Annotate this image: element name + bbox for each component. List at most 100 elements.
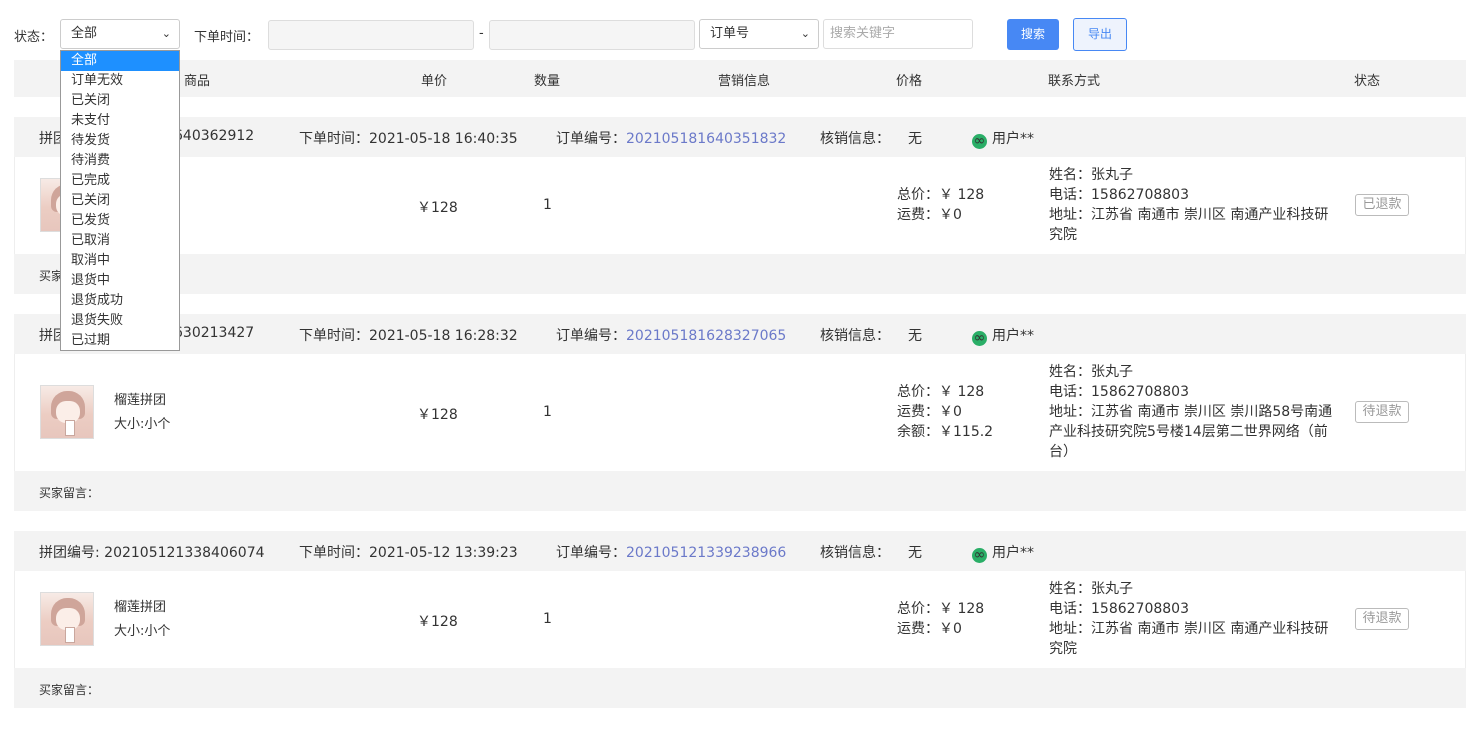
- buyer-message: 买家留言：: [14, 254, 1466, 294]
- verify-label: 核销信息：: [820, 131, 890, 147]
- order-no-link[interactable]: 202105181640351832: [626, 131, 786, 147]
- col-price: 价格: [896, 74, 923, 89]
- address-line: 台）: [1049, 444, 1077, 460]
- dropdown-option[interactable]: 退货成功: [61, 291, 179, 311]
- group-no-value: 640362912: [174, 128, 255, 144]
- unit-price: ￥128: [417, 407, 458, 423]
- quantity: 1: [543, 197, 552, 213]
- order-body: 榴莲拼团 大小:小个 ￥128 1 总价：￥ 128 运费：￥0 姓名：张丸子 …: [14, 571, 1466, 668]
- dropdown-option[interactable]: 已发货: [61, 211, 179, 231]
- dropdown-option[interactable]: 全部: [61, 51, 179, 71]
- dropdown-option[interactable]: 已关闭: [61, 91, 179, 111]
- dropdown-option[interactable]: 订单无效: [61, 71, 179, 91]
- buyer-message-label: 买家留言：: [39, 486, 100, 500]
- name-value: 张丸子: [1091, 581, 1133, 597]
- contact-info: 姓名：张丸子 电话：15862708803 地址：江苏省 南通市 崇川区 南通产…: [1049, 579, 1339, 659]
- export-button[interactable]: 导出: [1073, 18, 1127, 51]
- shipping-value: ￥0: [939, 621, 962, 637]
- order-no-label: 订单编号：: [556, 545, 626, 561]
- total-value: ￥ 128: [939, 601, 985, 617]
- unit-price: ￥128: [417, 614, 458, 630]
- address-line: 江苏省 南通市 崇川区 南通产业科技研: [1091, 621, 1329, 637]
- buyer-message-label: 买家留言：: [39, 683, 100, 697]
- col-unit-price: 单价: [421, 74, 448, 89]
- order-no-link[interactable]: 202105181628327065: [626, 328, 786, 344]
- start-date-input[interactable]: [268, 20, 474, 50]
- dropdown-option[interactable]: 已关闭: [61, 191, 179, 211]
- date-separator: -: [479, 26, 484, 41]
- order-card: 拼团编号: 640362912 下单时间：2021-05-18 16:40:35…: [14, 117, 1466, 294]
- dropdown-option[interactable]: 取消中: [61, 251, 179, 271]
- order-card: 拼团编号: 202105121338406074 下单时间：2021-05-12…: [14, 531, 1466, 708]
- buyer-message: 买家留言：: [14, 668, 1466, 708]
- group-no-value: 202105121338406074: [104, 545, 265, 561]
- unit-price: ￥128: [417, 200, 458, 216]
- keyword-input[interactable]: 搜索关键字: [823, 19, 973, 49]
- dropdown-option[interactable]: 待消费: [61, 151, 179, 171]
- user-name: 用户**: [992, 131, 1034, 147]
- name-label: 姓名：: [1049, 581, 1091, 597]
- order-no-label: 订单编号：: [556, 131, 626, 147]
- dropdown-option[interactable]: 退货中: [61, 271, 179, 291]
- order-time-value: 2021-05-18 16:28:32: [369, 328, 518, 344]
- status-button[interactable]: 已退款: [1355, 194, 1409, 216]
- address-line: 究院: [1049, 641, 1077, 657]
- col-product: 商品: [184, 74, 211, 89]
- dropdown-option[interactable]: 已取消: [61, 231, 179, 251]
- end-date-input[interactable]: [489, 20, 695, 50]
- phone-value: 15862708803: [1091, 601, 1189, 617]
- order-time-label: 下单时间：: [299, 328, 369, 344]
- quantity: 1: [543, 404, 552, 420]
- col-contact: 联系方式: [1048, 74, 1101, 89]
- name-label: 姓名：: [1049, 364, 1091, 380]
- address-line: 江苏省 南通市 崇川区 崇川路58号南通: [1091, 404, 1333, 420]
- dropdown-option[interactable]: 未支付: [61, 111, 179, 131]
- order-time-label: 下单时间：: [299, 545, 369, 561]
- order-header: 拼团编号: 630213427 下单时间：2021-05-18 16:28:32…: [14, 314, 1466, 354]
- order-no-label: 订单编号：: [556, 328, 626, 344]
- wechat-miniprogram-icon: ∞: [972, 330, 987, 346]
- order-time-value: 2021-05-18 16:40:35: [369, 131, 518, 147]
- product-spec: 大小:小个: [114, 624, 171, 639]
- search-button[interactable]: 搜索: [1007, 19, 1059, 50]
- total-label: 总价：: [897, 384, 939, 400]
- search-field-value: 订单号: [710, 26, 750, 41]
- filter-bar: 状态： 全部 ⌄ 下单时间： - 订单号 ⌄ 搜索关键字 搜索 导出: [0, 0, 1466, 60]
- dropdown-option[interactable]: 待发货: [61, 131, 179, 151]
- shipping-value: ￥0: [939, 404, 962, 420]
- order-no-link[interactable]: 202105121339238966: [626, 545, 786, 561]
- status-dropdown-list[interactable]: 全部 订单无效 已关闭 未支付 待发货 待消费 已完成 已关闭 已发货 已取消 …: [60, 50, 180, 351]
- order-time-value: 2021-05-12 13:39:23: [369, 545, 518, 561]
- shipping-label: 运费：: [897, 621, 939, 637]
- address-line: 究院: [1049, 227, 1077, 243]
- product-name: 榴莲拼团: [114, 393, 167, 408]
- name-label: 姓名：: [1049, 167, 1091, 183]
- order-header: 拼团编号: 640362912 下单时间：2021-05-18 16:40:35…: [14, 117, 1466, 157]
- product-spec: 大小:小个: [114, 417, 171, 432]
- contact-info: 姓名：张丸子 电话：15862708803 地址：江苏省 南通市 崇川区 南通产…: [1049, 165, 1339, 245]
- dropdown-option[interactable]: 已完成: [61, 171, 179, 191]
- status-select-value: 全部: [71, 26, 98, 41]
- product-thumbnail: [40, 592, 94, 646]
- address-label: 地址：: [1049, 621, 1091, 637]
- dropdown-option[interactable]: 已过期: [61, 331, 179, 351]
- order-body: 榴莲拼团 大小:小个 ￥128 1 总价：￥ 128 运费：￥0 余额：￥115…: [14, 354, 1466, 471]
- total-label: 总价：: [897, 601, 939, 617]
- name-value: 张丸子: [1091, 167, 1133, 183]
- address-line: 江苏省 南通市 崇川区 南通产业科技研: [1091, 207, 1329, 223]
- name-value: 张丸子: [1091, 364, 1133, 380]
- balance-value: ￥115.2: [939, 424, 994, 440]
- order-body: ￥128 1 总价：￥ 128 运费：￥0 姓名：张丸子 电话：15862708…: [14, 157, 1466, 254]
- total-value: ￥ 128: [939, 187, 985, 203]
- status-button[interactable]: 待退款: [1355, 608, 1409, 630]
- phone-label: 电话：: [1049, 187, 1091, 203]
- verify-label: 核销信息：: [820, 328, 890, 344]
- price-info: 总价：￥ 128 运费：￥0 余额：￥115.2: [897, 382, 993, 442]
- status-button[interactable]: 待退款: [1355, 401, 1409, 423]
- user-name: 用户**: [992, 328, 1034, 344]
- search-field-select[interactable]: 订单号 ⌄: [699, 19, 819, 49]
- status-select[interactable]: 全部 ⌄: [60, 19, 180, 49]
- dropdown-option[interactable]: 退货失败: [61, 311, 179, 331]
- table-header: 商品 单价 数量 营销信息 价格 联系方式 状态: [14, 60, 1466, 97]
- price-info: 总价：￥ 128 运费：￥0: [897, 185, 984, 225]
